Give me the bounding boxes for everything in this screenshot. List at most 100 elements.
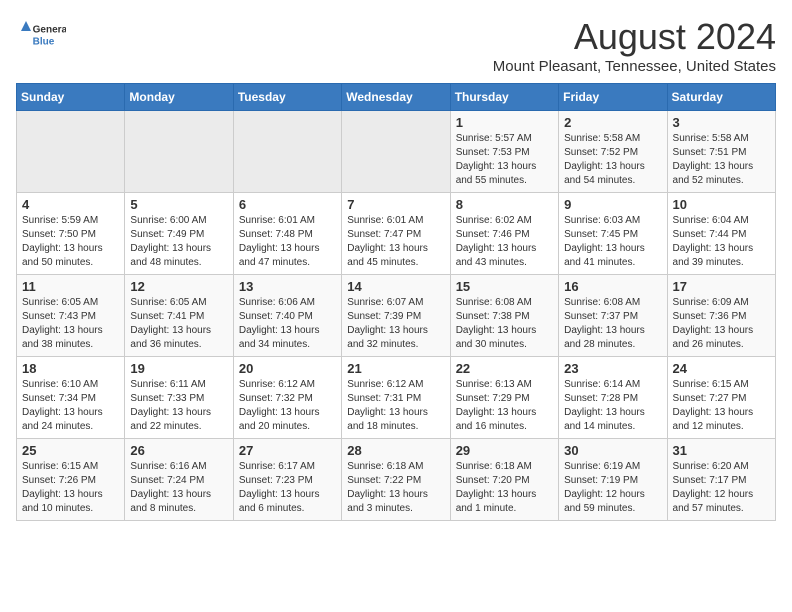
day-number: 9 — [564, 197, 661, 212]
day-number: 25 — [22, 443, 119, 458]
day-info: Sunrise: 6:14 AM Sunset: 7:28 PM Dayligh… — [564, 378, 661, 434]
day-info: Sunrise: 6:07 AM Sunset: 7:39 PM Dayligh… — [347, 296, 444, 352]
day-info: Sunrise: 6:13 AM Sunset: 7:29 PM Dayligh… — [456, 378, 553, 434]
table-row: 11Sunrise: 6:05 AM Sunset: 7:43 PM Dayli… — [17, 275, 125, 357]
table-row: 12 Sunrise: 6:05 AM Sunset: 7:41 PM Dayli… — [125, 275, 233, 357]
table-row: 29 Sunrise: 6:18 AM Sunset: 7:20 PM Dayli… — [450, 439, 558, 521]
day-info: Sunrise: 5:57 AM Sunset: 7:53 PM Dayligh… — [456, 132, 553, 188]
table-row: 2Sunrise: 5:58 AM Sunset: 7:52 PM Daylig… — [559, 111, 667, 193]
day-info: Sunrise: 6:09 AM Sunset: 7:36 PM Dayligh… — [673, 296, 770, 352]
table-row: 18 Sunrise: 6:10 AM Sunset: 7:34 PM Dayli… — [17, 357, 125, 439]
table-row: 5Sunrise: 6:00 AM Sunset: 7:49 PM Daylig… — [125, 193, 233, 275]
day-info: Sunrise: 6:15 AM Sunset: 7:26 PM Dayligh… — [22, 460, 119, 516]
day-info: Sunrise: 6:02 AM Sunset: 7:46 PM Dayligh… — [456, 214, 553, 270]
table-row: 8Sunrise: 6:02 AM Sunset: 7:46 PM Daylig… — [450, 193, 558, 275]
calendar-week-row: 25 Sunrise: 6:15 AM Sunset: 7:26 PM Dayli… — [17, 439, 776, 521]
table-row: 17 Sunrise: 6:09 AM Sunset: 7:36 PM Dayli… — [667, 275, 775, 357]
col-friday: Friday — [559, 84, 667, 111]
day-info: Sunrise: 6:19 AM Sunset: 7:19 PM Dayligh… — [564, 460, 661, 516]
day-info: Sunrise: 6:08 AM Sunset: 7:38 PM Dayligh… — [456, 296, 553, 352]
col-tuesday: Tuesday — [233, 84, 341, 111]
day-number: 6 — [239, 197, 336, 212]
day-number: 26 — [130, 443, 227, 458]
day-info: Sunrise: 6:04 AM Sunset: 7:44 PM Dayligh… — [673, 214, 770, 270]
col-sunday: Sunday — [17, 84, 125, 111]
table-row — [17, 111, 125, 193]
calendar-table: Sunday Monday Tuesday Wednesday Thursday… — [16, 83, 776, 521]
day-info: Sunrise: 6:18 AM Sunset: 7:20 PM Dayligh… — [456, 460, 553, 516]
table-row: 28 Sunrise: 6:18 AM Sunset: 7:22 PM Dayli… — [342, 439, 450, 521]
day-info: Sunrise: 6:12 AM Sunset: 7:32 PM Dayligh… — [239, 378, 336, 434]
day-info: Sunrise: 6:18 AM Sunset: 7:22 PM Dayligh… — [347, 460, 444, 516]
day-info: Sunrise: 6:03 AM Sunset: 7:45 PM Dayligh… — [564, 214, 661, 270]
day-info: Sunrise: 6:16 AM Sunset: 7:24 PM Dayligh… — [130, 460, 227, 516]
day-number: 17 — [673, 279, 770, 294]
table-row: 21 Sunrise: 6:12 AM Sunset: 7:31 PM Dayli… — [342, 357, 450, 439]
day-number: 7 — [347, 197, 444, 212]
day-number: 29 — [456, 443, 553, 458]
day-info: Sunrise: 6:01 AM Sunset: 7:48 PM Dayligh… — [239, 214, 336, 270]
day-number: 23 — [564, 361, 661, 376]
day-info: Sunrise: 6:17 AM Sunset: 7:23 PM Dayligh… — [239, 460, 336, 516]
day-info: Sunrise: 6:00 AM Sunset: 7:49 PM Dayligh… — [130, 214, 227, 270]
day-info: Sunrise: 6:12 AM Sunset: 7:31 PM Dayligh… — [347, 378, 444, 434]
day-info: Sunrise: 6:06 AM Sunset: 7:40 PM Dayligh… — [239, 296, 336, 352]
table-row: 26 Sunrise: 6:16 AM Sunset: 7:24 PM Dayli… — [125, 439, 233, 521]
table-row: 27 Sunrise: 6:17 AM Sunset: 7:23 PM Dayli… — [233, 439, 341, 521]
calendar-subtitle: Mount Pleasant, Tennessee, United States — [493, 58, 776, 75]
day-info: Sunrise: 5:59 AM Sunset: 7:50 PM Dayligh… — [22, 214, 119, 270]
table-row: 1Sunrise: 5:57 AM Sunset: 7:53 PM Daylig… — [450, 111, 558, 193]
day-number: 10 — [673, 197, 770, 212]
day-info: Sunrise: 6:10 AM Sunset: 7:34 PM Dayligh… — [22, 378, 119, 434]
col-wednesday: Wednesday — [342, 84, 450, 111]
calendar-week-row: 18 Sunrise: 6:10 AM Sunset: 7:34 PM Dayli… — [17, 357, 776, 439]
table-row — [125, 111, 233, 193]
day-info: Sunrise: 6:08 AM Sunset: 7:37 PM Dayligh… — [564, 296, 661, 352]
day-number: 4 — [22, 197, 119, 212]
day-number: 11 — [22, 279, 119, 294]
table-row: 31 Sunrise: 6:20 AM Sunset: 7:17 PM Dayli… — [667, 439, 775, 521]
day-number: 3 — [673, 115, 770, 130]
day-number: 21 — [347, 361, 444, 376]
day-info: Sunrise: 6:05 AM Sunset: 7:41 PM Dayligh… — [130, 296, 227, 352]
table-row: 10 Sunrise: 6:04 AM Sunset: 7:44 PM Dayli… — [667, 193, 775, 275]
day-info: Sunrise: 5:58 AM Sunset: 7:52 PM Dayligh… — [564, 132, 661, 188]
day-number: 30 — [564, 443, 661, 458]
day-number: 15 — [456, 279, 553, 294]
day-info: Sunrise: 6:15 AM Sunset: 7:27 PM Dayligh… — [673, 378, 770, 434]
table-row: 19Sunrise: 6:11 AM Sunset: 7:33 PM Dayli… — [125, 357, 233, 439]
logo: General Blue — [16, 16, 66, 56]
day-number: 18 — [22, 361, 119, 376]
col-thursday: Thursday — [450, 84, 558, 111]
table-row: 15 Sunrise: 6:08 AM Sunset: 7:38 PM Dayli… — [450, 275, 558, 357]
table-row: 23 Sunrise: 6:14 AM Sunset: 7:28 PM Dayli… — [559, 357, 667, 439]
day-number: 20 — [239, 361, 336, 376]
day-number: 19 — [130, 361, 227, 376]
day-number: 24 — [673, 361, 770, 376]
table-row: 4 Sunrise: 5:59 AM Sunset: 7:50 PM Daylig… — [17, 193, 125, 275]
table-row: 14 Sunrise: 6:07 AM Sunset: 7:39 PM Dayli… — [342, 275, 450, 357]
table-row: 30 Sunrise: 6:19 AM Sunset: 7:19 PM Dayli… — [559, 439, 667, 521]
calendar-week-row: 4 Sunrise: 5:59 AM Sunset: 7:50 PM Daylig… — [17, 193, 776, 275]
day-info: Sunrise: 6:20 AM Sunset: 7:17 PM Dayligh… — [673, 460, 770, 516]
day-number: 31 — [673, 443, 770, 458]
svg-text:General: General — [33, 25, 66, 36]
title-section: August 2024 Mount Pleasant, Tennessee, U… — [493, 16, 776, 75]
table-row: 9 Sunrise: 6:03 AM Sunset: 7:45 PM Daylig… — [559, 193, 667, 275]
table-row: 20 Sunrise: 6:12 AM Sunset: 7:32 PM Dayli… — [233, 357, 341, 439]
table-row — [342, 111, 450, 193]
day-number: 28 — [347, 443, 444, 458]
day-number: 12 — [130, 279, 227, 294]
calendar-week-row: 11Sunrise: 6:05 AM Sunset: 7:43 PM Dayli… — [17, 275, 776, 357]
col-saturday: Saturday — [667, 84, 775, 111]
table-row: 24 Sunrise: 6:15 AM Sunset: 7:27 PM Dayli… — [667, 357, 775, 439]
table-row: 22Sunrise: 6:13 AM Sunset: 7:29 PM Dayli… — [450, 357, 558, 439]
table-row: 3Sunrise: 5:58 AM Sunset: 7:51 PM Daylig… — [667, 111, 775, 193]
table-row: 13 Sunrise: 6:06 AM Sunset: 7:40 PM Dayli… — [233, 275, 341, 357]
calendar-title: August 2024 — [493, 16, 776, 58]
day-number: 13 — [239, 279, 336, 294]
day-number: 14 — [347, 279, 444, 294]
day-number: 27 — [239, 443, 336, 458]
table-row: 7Sunrise: 6:01 AM Sunset: 7:47 PM Daylig… — [342, 193, 450, 275]
table-row — [233, 111, 341, 193]
